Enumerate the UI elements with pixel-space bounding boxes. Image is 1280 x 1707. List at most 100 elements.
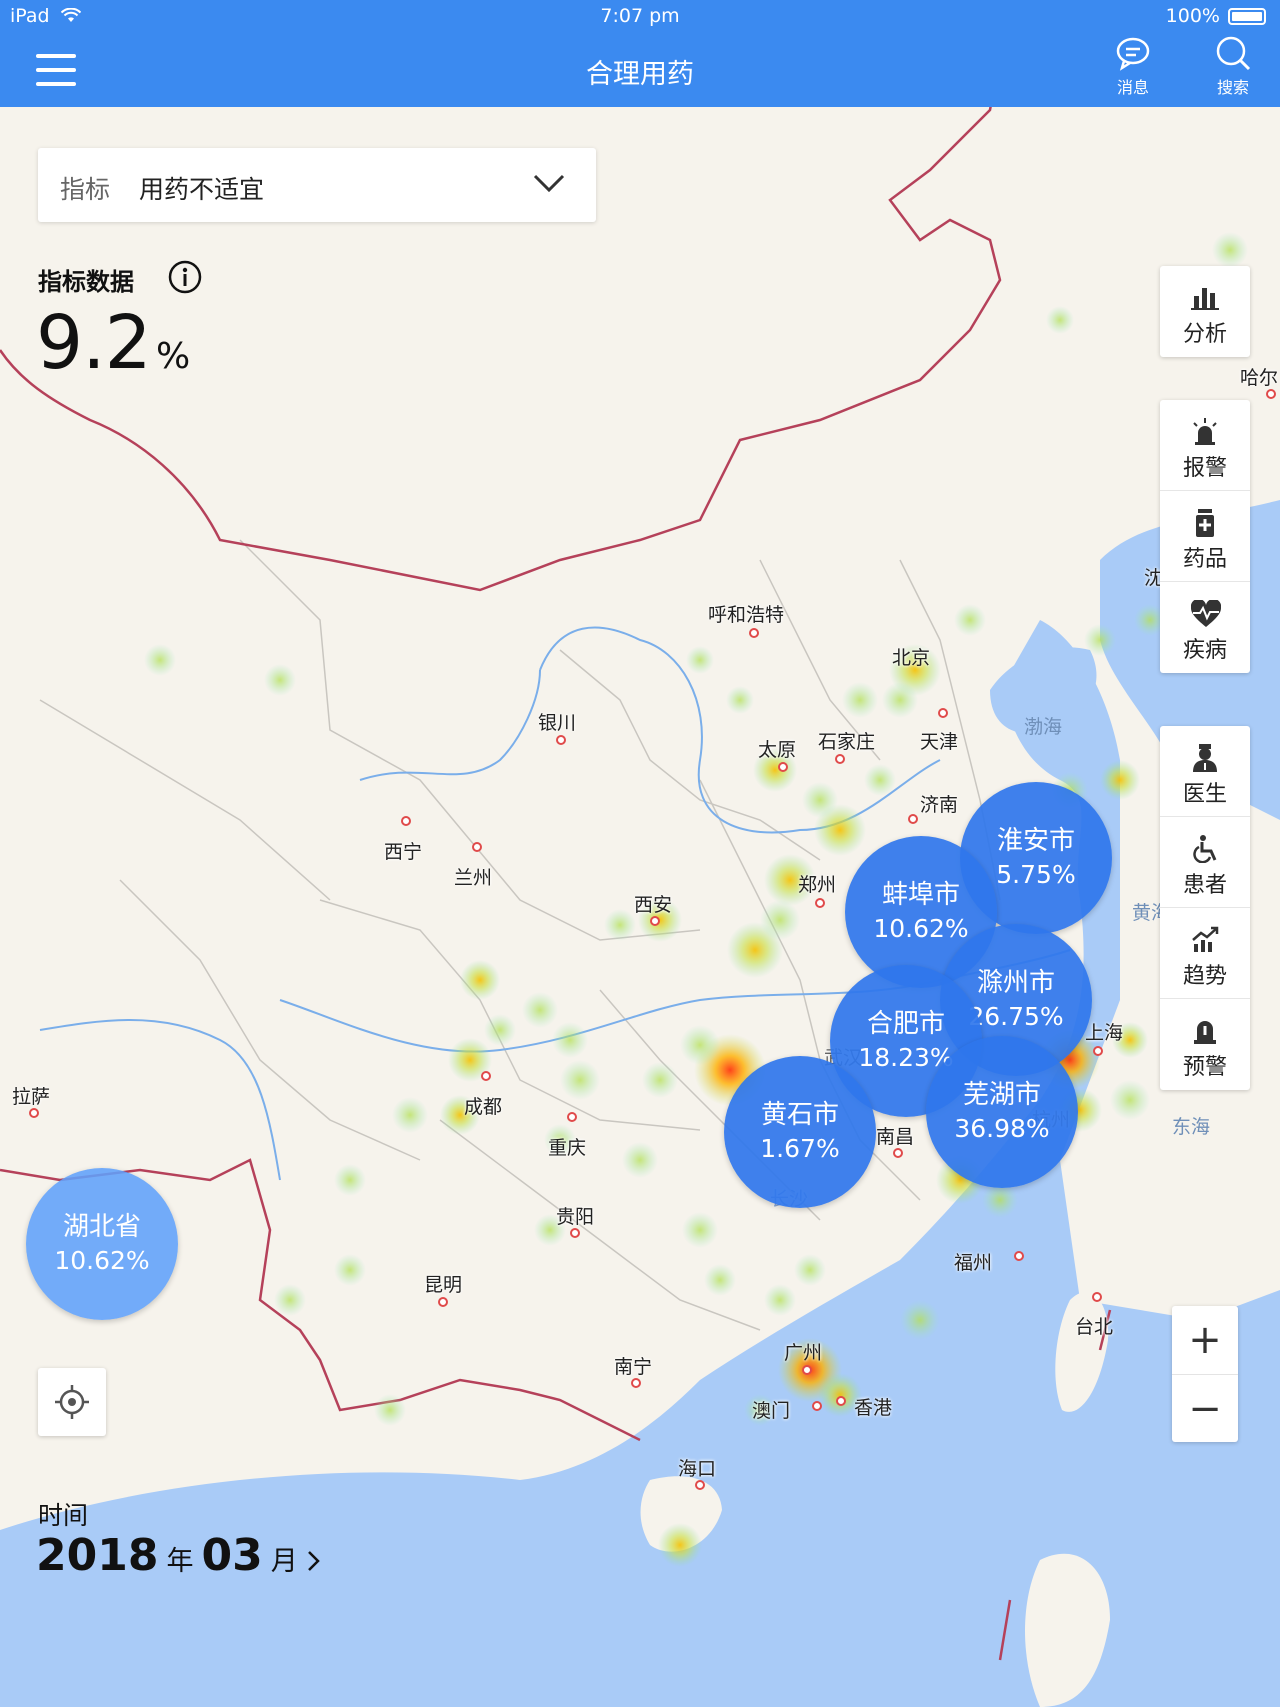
warning-light-icon [1194,1021,1216,1044]
bubble-value: 26.75% [968,1002,1064,1031]
bubble-value: 5.75% [996,860,1076,889]
city-label: 济南 [920,794,959,816]
locate-button[interactable] [38,1368,106,1436]
indicator-key: 指标 [60,175,111,204]
patient-label: 患者 [1182,873,1227,898]
search-label: 搜索 [1216,78,1249,97]
city-label: 西安 [634,894,673,916]
bubble-value: 1.67% [760,1134,840,1163]
city-label: 成都 [464,1096,503,1118]
year-unit: 年 [166,1546,194,1577]
city-label: 太原 [758,739,797,761]
indicator-value: 用药不适宜 [139,175,265,204]
city-label: 贵阳 [556,1206,595,1228]
city-dot [802,1365,812,1375]
bubble-name: 淮安市 [996,826,1075,856]
city-dot [29,1108,39,1118]
alarm-light-icon [1193,418,1217,445]
city-dot [556,735,566,745]
warning-button[interactable]: 预警 [1160,999,1250,1090]
city-label: 海口 [678,1458,717,1480]
city-dot [472,842,482,852]
bar-chart-icon [1191,288,1219,310]
heartbeat-icon [1191,600,1221,627]
analysis-button[interactable]: 分析 [1160,266,1250,357]
city-label: 重庆 [548,1137,587,1159]
battery-icon [1228,7,1266,25]
city-label: 天津 [920,731,959,753]
city-dot [812,1401,822,1411]
indicator-selector[interactable]: 指标 用药不适宜 [38,148,596,222]
city-dot [1014,1251,1024,1261]
patient-button[interactable]: 患者 [1160,817,1250,908]
city-label: 福州 [954,1252,993,1274]
city-dot [1093,1046,1103,1056]
bubble-name: 蚌埠市 [881,880,960,910]
trend-button[interactable]: 趋势 [1160,908,1250,999]
city-label: 澳门 [752,1400,791,1422]
status-time: 7:07 pm [600,5,680,27]
city-dot [570,1228,580,1238]
city-label: 北京 [892,647,931,669]
city-label: 广州 [784,1342,823,1364]
city-bubble-huangshi[interactable]: 黄石市 1.67% [724,1056,876,1208]
city-label: 郑州 [798,874,837,896]
alarm-label: 报警 [1182,456,1227,481]
city-dot [695,1480,705,1490]
metric-value: 9.2 [36,300,152,386]
city-label: 西宁 [384,841,423,863]
province-bubble-hubei[interactable]: 湖北省 10.62% [26,1168,178,1320]
medicine-button[interactable]: 药品 [1160,491,1250,582]
medicine-label: 药品 [1182,547,1227,572]
disease-button[interactable]: 疾病 [1160,582,1250,673]
time-picker[interactable]: 2018 年 03 月 [36,1530,322,1581]
zoom-control: + − [1172,1306,1238,1442]
city-label: 昆明 [424,1274,463,1296]
month-unit: 月 [270,1546,298,1577]
data-group: 报警 药品 疾病 [1160,400,1250,673]
city-dot [835,754,845,764]
alarm-button[interactable]: 报警 [1160,400,1250,491]
city-label: 石家庄 [818,731,876,753]
city-label: 上海 [1085,1022,1124,1044]
bubble-name: 芜湖市 [962,1080,1041,1110]
status-battery: 100% [1166,5,1266,27]
doctor-label: 医生 [1182,782,1227,807]
city-dot [1266,389,1276,399]
sea-label: 渤海 [1024,716,1063,738]
zoom-in-button[interactable]: + [1172,1306,1238,1375]
city-dot [631,1378,641,1388]
city-dot [438,1297,448,1307]
city-dot [836,1396,846,1406]
battery-percent: 100% [1165,5,1220,27]
city-label: 南宁 [614,1356,653,1378]
city-bubble-wuhu[interactable]: 芜湖市 36.98% [926,1036,1078,1188]
doctor-button[interactable]: 医生 [1160,726,1250,817]
city-dot [401,816,411,826]
city-label: 台北 [1075,1316,1114,1338]
month-value: 03 [201,1530,263,1581]
city-label: 银川 [538,712,577,734]
doctor-icon [1193,744,1217,772]
city-dot [481,1071,491,1081]
search-button[interactable]: 搜索 [1198,34,1268,98]
city-dot [749,628,759,638]
time-label: 时间 [38,1501,89,1530]
zoom-out-button[interactable]: − [1172,1375,1238,1443]
city-dot [938,708,948,718]
city-dot [908,814,918,824]
city-label: 香港 [854,1397,893,1419]
city-dot [1092,1292,1102,1302]
medicine-bottle-icon [1196,509,1214,537]
messages-label: 消息 [1116,78,1149,97]
info-icon[interactable] [168,260,202,294]
disease-label: 疾病 [1182,638,1227,663]
bubble-name: 黄石市 [760,1100,839,1130]
bubble-value: 36.98% [954,1114,1050,1143]
people-group: 医生 患者 趋势 预警 [1160,726,1250,1090]
year-value: 2018 [36,1530,159,1581]
bubble-value: 10.62% [873,914,969,943]
messages-button[interactable]: 消息 [1098,34,1168,98]
city-label: 兰州 [454,867,493,889]
city-label: 呼和浩特 [708,604,785,626]
